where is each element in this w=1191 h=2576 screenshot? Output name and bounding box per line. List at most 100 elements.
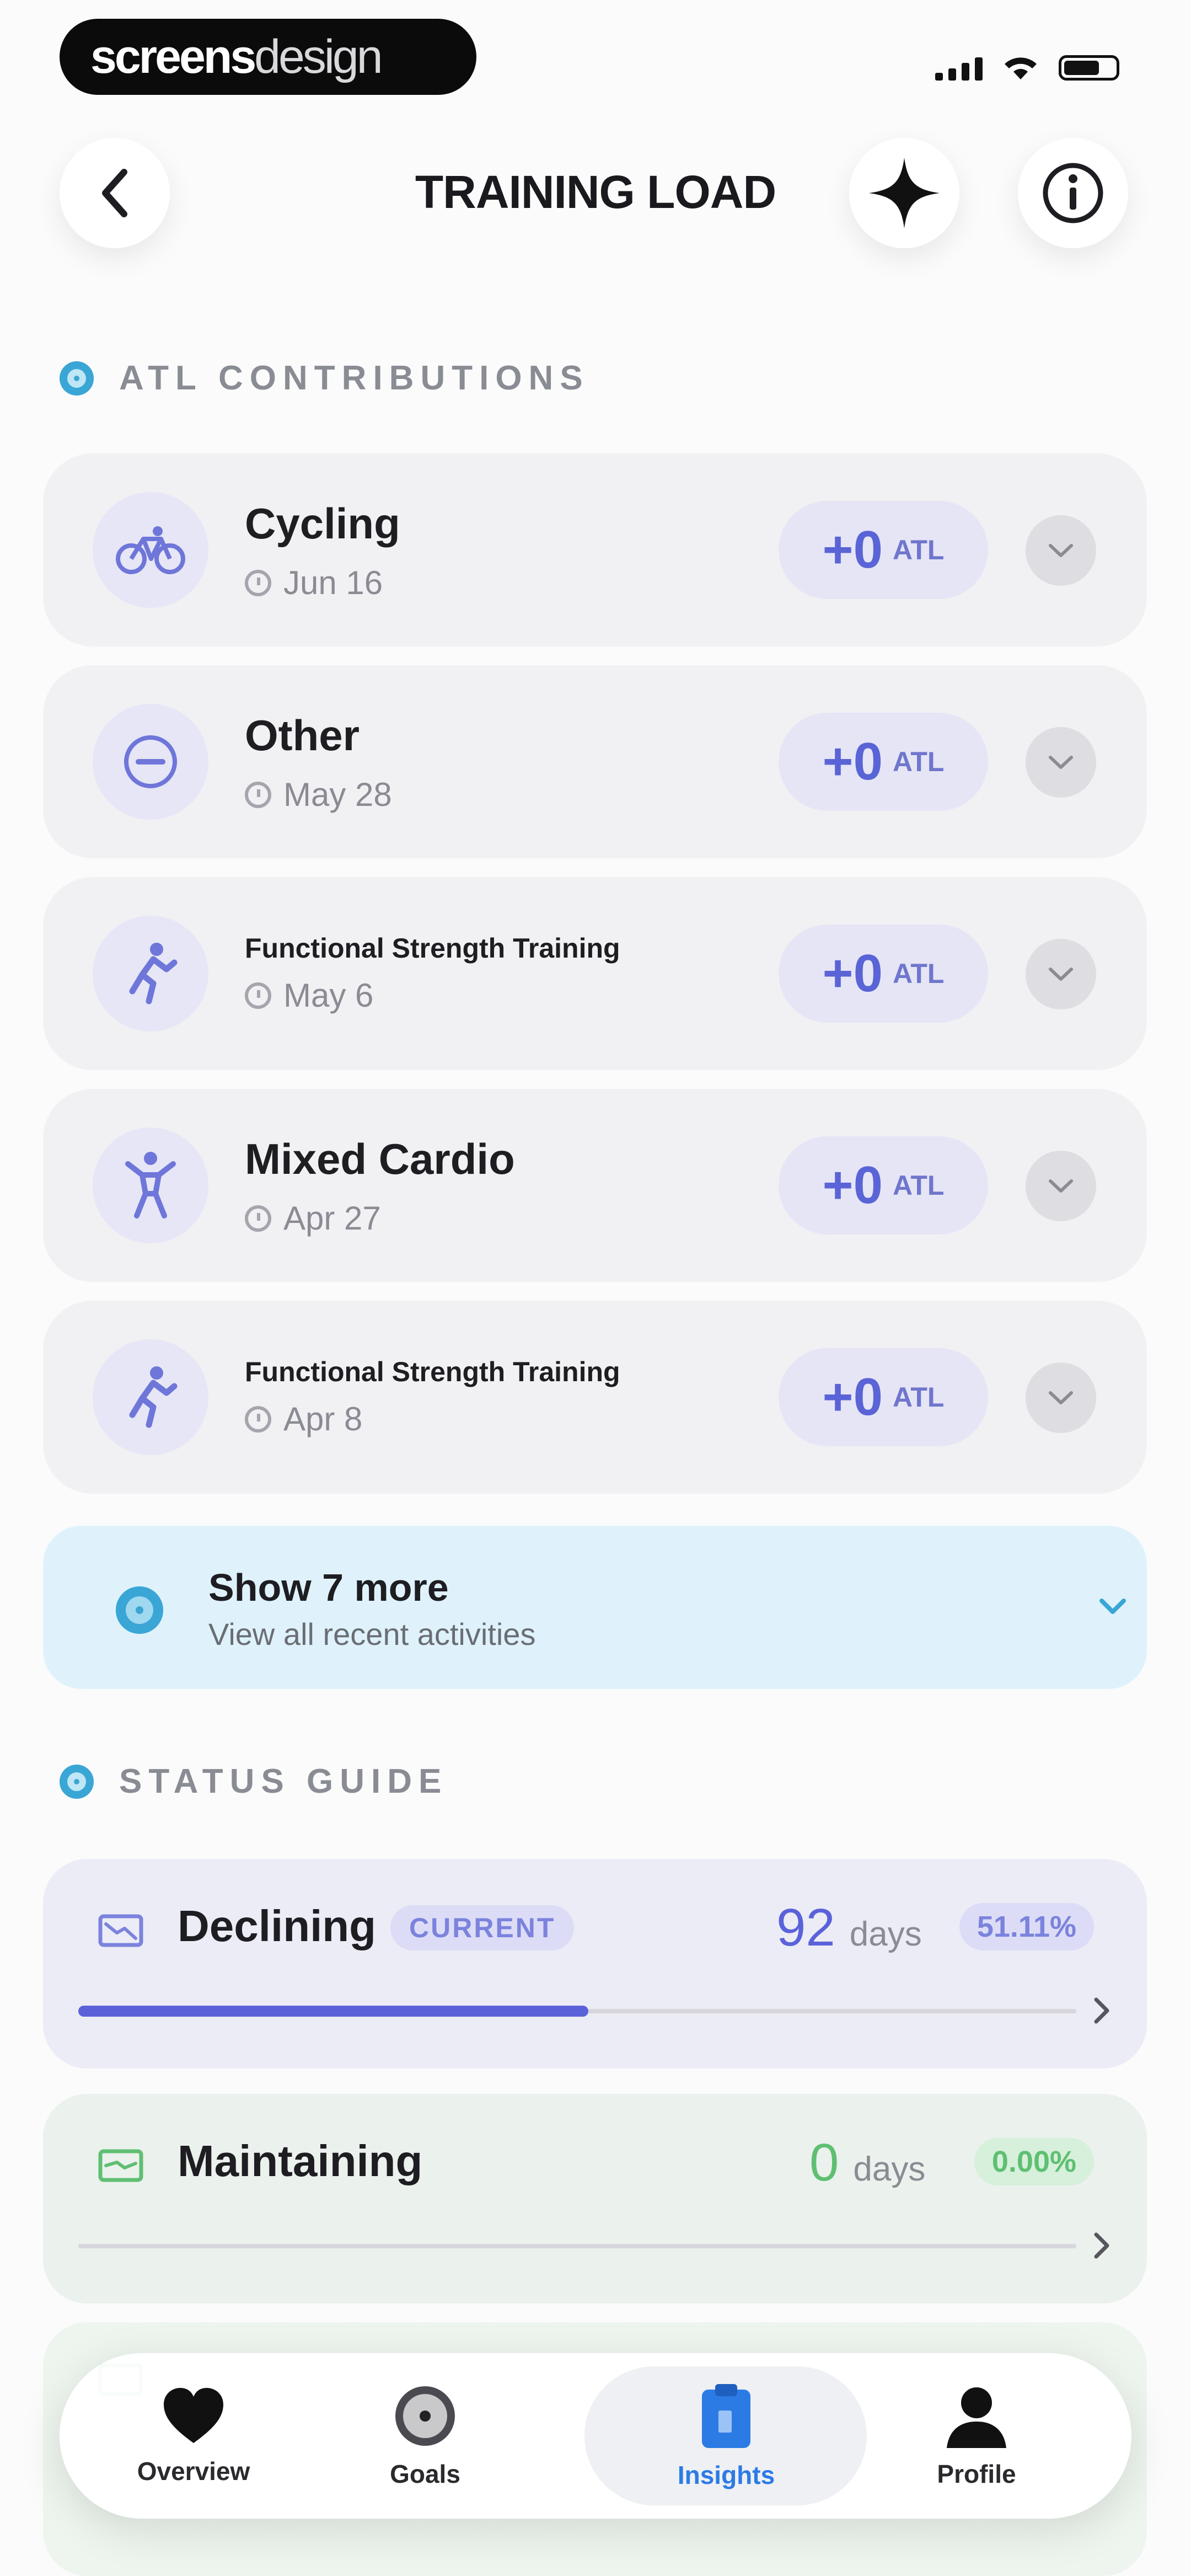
expand-button[interactable] [1026,1362,1096,1433]
cellular-signal-icon [935,57,983,81]
activity-date-text: May 6 [283,977,374,1014]
sparkle-icon [869,158,940,228]
clock-icon [245,569,271,596]
heart-icon [164,2388,223,2443]
trend-down-icon [98,1914,143,1947]
status-declining-card[interactable]: Declining CURRENT 92 days 51.11% [43,1859,1147,2069]
atl-value-pill: +0 ATL [779,1348,988,1446]
chevron-down-icon [1049,544,1073,557]
expand-button[interactable] [1026,939,1096,1009]
activity-date-text: Apr 27 [283,1200,381,1237]
trend-flat-icon [98,2149,143,2182]
chevron-right-icon [1094,1997,1109,2024]
nav-label: Insights [677,2461,775,2489]
atl-section-title: ATL CONTRIBUTIONS [60,359,589,398]
nav-item-goals[interactable]: Goals [291,2353,559,2519]
activity-date: May 28 [245,776,392,814]
activity-date-text: Apr 8 [283,1401,363,1437]
atl-value: +0 [822,732,883,791]
expand-button[interactable] [1026,727,1096,798]
chevron-down-icon [1049,968,1073,981]
clock-icon [245,982,271,1009]
info-icon [1043,163,1103,223]
activity-card-functional-strength[interactable]: Functional Strength Training May 6 +0 ATL [43,877,1147,1070]
activity-card-cycling[interactable]: Cycling Jun 16 +0 ATL [43,453,1147,646]
activity-date: May 6 [245,976,373,1014]
activity-card-mixed-cardio[interactable]: Mixed Cardio Apr 27 +0 ATL [43,1089,1147,1282]
running-figure-icon [93,916,208,1032]
logo-bold-text: screens [90,30,256,83]
atl-value: +0 [822,1156,883,1215]
battery-icon [1059,55,1119,81]
activity-name: Functional Strength Training [245,933,620,964]
activity-date-text: Jun 16 [283,564,383,601]
activity-name: Other [245,711,360,760]
status-days: 92 days [776,1898,922,1958]
activity-date-text: May 28 [283,776,392,813]
activity-date: Apr 27 [245,1199,381,1237]
person-arms-up-icon [93,1127,208,1243]
status-percent: 0.00% [974,2138,1094,2185]
progress-track [78,2006,1076,2017]
person-icon [947,2387,1006,2448]
show-more-button[interactable]: Show 7 more View all recent activities [43,1526,1147,1689]
atl-value: +0 [822,1367,883,1426]
nav-item-overview[interactable]: Overview [60,2353,328,2519]
plus-circle-icon [116,1586,163,1634]
status-icons [935,53,1119,81]
chevron-down-icon [1049,756,1073,769]
atl-value-pill: +0 ATL [779,501,988,599]
nav-label: Overview [137,2457,250,2486]
activity-card-functional-strength[interactable]: Functional Strength Training Apr 8 +0 ATL [43,1301,1147,1494]
screensdesign-logo: screens design [60,19,476,95]
nav-item-profile[interactable]: Profile [843,2353,1110,2519]
activity-name: Functional Strength Training [245,1356,620,1387]
current-badge: CURRENT [390,1905,575,1950]
expand-button[interactable] [1026,515,1096,586]
status-percent: 51.11% [959,1903,1094,1950]
days-value: 0 [809,2133,839,2192]
progress-track [78,2244,1076,2248]
show-more-subtitle: View all recent activities [208,1617,536,1652]
atl-unit: ATL [892,1170,945,1201]
atl-value: +0 [822,944,883,1003]
status-name: Declining [178,1901,377,1950]
activity-name: Cycling [245,499,400,548]
days-unit: days [853,2150,926,2188]
activity-date: Apr 8 [245,1400,362,1438]
status-guide-label: STATUS GUIDE [119,1762,448,1800]
progress-fill [78,2006,589,2017]
status-guide-title: STATUS GUIDE [60,1762,448,1801]
sparkle-button[interactable] [849,138,959,248]
logo-light-text: design [254,30,383,83]
bicycle-icon [93,492,208,608]
activity-name: Mixed Cardio [245,1135,515,1183]
nav-label: Goals [390,2460,460,2488]
chevron-down-icon [1049,1391,1073,1404]
activity-card-other[interactable]: Other May 28 +0 ATL [43,665,1147,858]
section-dot-icon [60,1764,94,1799]
atl-unit: ATL [892,958,945,989]
atl-unit: ATL [892,535,945,565]
atl-value-pill: +0 ATL [779,1136,988,1234]
chevron-down-icon [1049,1179,1073,1193]
atl-unit: ATL [892,746,945,777]
clock-icon [245,1205,271,1232]
status-maintaining-card[interactable]: Maintaining 0 days 0.00% [43,2094,1147,2304]
clock-icon [245,781,271,808]
info-button[interactable] [1018,138,1128,248]
atl-value-pill: +0 ATL [779,924,988,1023]
days-unit: days [849,1915,922,1953]
section-dot-icon [60,361,94,396]
atl-unit: ATL [892,1382,945,1413]
atl-value: +0 [822,520,883,579]
status-days: 0 days [809,2133,925,2193]
status-name: Maintaining [178,2136,423,2185]
page-title: TRAINING LOAD [415,166,776,218]
clipboard-icon [702,2384,750,2448]
expand-button[interactable] [1026,1151,1096,1221]
nav-item-insights[interactable]: Insights [592,2353,860,2519]
nav-label: Profile [937,2460,1016,2488]
wifi-icon [1005,57,1037,79]
atl-value-pill: +0 ATL [779,713,988,811]
